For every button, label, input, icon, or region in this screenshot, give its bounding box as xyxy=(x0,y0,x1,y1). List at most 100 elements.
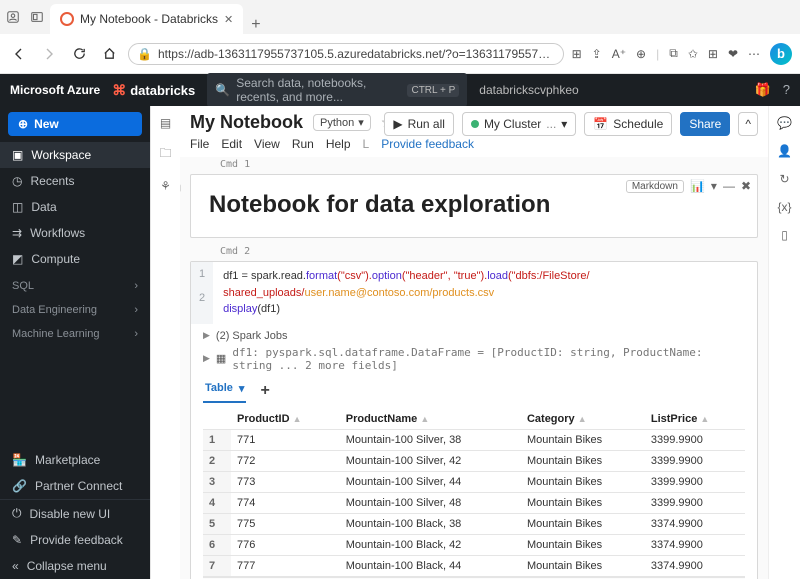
run-all-button[interactable]: ▶Run all xyxy=(384,112,454,136)
minimize-cell-icon[interactable]: — xyxy=(723,179,735,193)
global-search[interactable]: 🔍 Search data, notebooks, recents, and m… xyxy=(207,73,467,107)
sidebar-item-workspace[interactable]: ▣Workspace xyxy=(0,142,150,168)
new-tab-button[interactable]: + xyxy=(243,16,268,34)
read-aloud-icon[interactable]: A⁺ xyxy=(612,47,626,61)
address-bar[interactable]: 🔒 https://adb-1363117955737105.5.azureda… xyxy=(128,43,564,65)
last-edit: L xyxy=(363,137,370,151)
notebook-gutter: ▤ 🗀 ⚘ xyxy=(150,106,180,579)
menu-run[interactable]: Run xyxy=(292,137,314,151)
sidebar-item-recents[interactable]: ◷Recents xyxy=(0,168,150,194)
extensions-icon[interactable]: ❤ xyxy=(728,47,738,61)
folder-icon[interactable]: 🗀 xyxy=(159,144,171,165)
clock-icon: ◷ xyxy=(12,174,22,188)
sidebar-item-collapse[interactable]: «Collapse menu xyxy=(0,553,150,579)
search-placeholder: Search data, notebooks, recents, and mor… xyxy=(236,76,401,104)
cluster-selector[interactable]: My Cluster...▾ xyxy=(462,112,576,136)
sidebar-section-sql[interactable]: SQL› xyxy=(0,272,150,296)
azure-brand: Microsoft Azure xyxy=(10,83,100,97)
gift-icon[interactable]: 🎁 xyxy=(755,82,771,98)
favorites-icon[interactable]: ✩ xyxy=(688,47,698,61)
browser-titlebar: My Notebook - Databricks ✕ + xyxy=(0,0,800,34)
sidebar-item-disable-ui[interactable]: ⏻Disable new UI xyxy=(0,500,150,527)
close-cell-icon[interactable]: ✖ xyxy=(741,179,751,193)
bing-chat-icon[interactable]: b xyxy=(770,43,792,65)
browser-tab[interactable]: My Notebook - Databricks ✕ xyxy=(50,4,243,34)
assistant-icon[interactable]: 👤 xyxy=(777,144,792,158)
table-row[interactable]: 5775Mountain-100 Black, 38Mountain Bikes… xyxy=(203,513,745,534)
chevron-right-icon: › xyxy=(134,304,138,316)
sidebar: ⊕New ▣Workspace ◷Recents ◫Data ⇉Workflow… xyxy=(0,106,150,579)
lock-icon: 🔒 xyxy=(137,47,152,61)
col-listprice[interactable]: ListPrice ▲ xyxy=(645,409,745,430)
schema-toggle[interactable]: ▶▦df1: pyspark.sql.dataframe.DataFrame =… xyxy=(203,344,745,374)
table-icon: ▦ xyxy=(216,352,226,365)
bar-icon[interactable]: ▯ xyxy=(781,228,788,242)
cmd1-label: Cmd 1 xyxy=(190,157,758,174)
schedule-button[interactable]: 📅Schedule xyxy=(584,112,672,136)
add-viz-button[interactable]: + xyxy=(260,382,269,400)
schema-tree-icon[interactable]: ⚘ xyxy=(160,179,171,193)
profile-icon[interactable] xyxy=(6,10,20,24)
home-button[interactable] xyxy=(98,43,120,65)
notebook-title[interactable]: My Notebook xyxy=(190,112,303,133)
share-button[interactable]: Share xyxy=(680,112,730,136)
code-editor[interactable]: 1 2 df1 = spark.read.format("csv").optio… xyxy=(191,262,757,324)
col-productid[interactable]: ProductID ▲ xyxy=(231,409,340,430)
chart-icon[interactable]: 📊 xyxy=(690,179,705,193)
data-icon: ◫ xyxy=(12,200,23,214)
sidebar-item-partner[interactable]: 🔗Partner Connect xyxy=(0,473,150,499)
sidebar-item-workflows[interactable]: ⇉Workflows xyxy=(0,220,150,246)
table-row[interactable]: 6776Mountain-100 Black, 42Mountain Bikes… xyxy=(203,534,745,555)
table-row[interactable]: 1771Mountain-100 Silver, 38Mountain Bike… xyxy=(203,429,745,450)
sidebar-section-de[interactable]: Data Engineering› xyxy=(0,296,150,320)
sidebar-item-data[interactable]: ◫Data xyxy=(0,194,150,220)
sidebar-item-feedback[interactable]: ✎Provide feedback xyxy=(0,527,150,553)
sidebar-section-ml[interactable]: Machine Learning› xyxy=(0,320,150,344)
table-row[interactable]: 3773Mountain-100 Silver, 44Mountain Bike… xyxy=(203,471,745,492)
cell-run-handle[interactable]: ▢ xyxy=(180,181,181,194)
col-category[interactable]: Category ▲ xyxy=(521,409,645,430)
help-icon[interactable]: ? xyxy=(783,82,790,98)
cell-code[interactable]: 1 2 df1 = spark.read.format("csv").optio… xyxy=(190,261,758,579)
history-icon[interactable]: ↻ xyxy=(779,172,789,186)
store-icon: 🏪 xyxy=(12,453,27,467)
col-productname[interactable]: ProductName ▲ xyxy=(340,409,521,430)
collections-icon[interactable]: ⊞ xyxy=(708,47,718,61)
shopping-icon[interactable]: ⊞ xyxy=(572,47,582,61)
notebook-more-button[interactable]: ^ xyxy=(738,112,758,136)
table-row[interactable]: 4774Mountain-100 Silver, 48Mountain Bike… xyxy=(203,492,745,513)
table-row[interactable]: 2772Mountain-100 Silver, 42Mountain Bike… xyxy=(203,450,745,471)
ebook-icon[interactable]: ⧉ xyxy=(669,46,678,61)
comments-icon[interactable]: 💬 xyxy=(777,116,792,130)
language-selector[interactable]: Python▾ xyxy=(313,114,371,131)
table-tab[interactable]: Table▾ xyxy=(203,380,246,403)
close-tab-icon[interactable]: ✕ xyxy=(224,13,233,26)
sidebar-item-marketplace[interactable]: 🏪Marketplace xyxy=(0,447,150,473)
provide-feedback-link[interactable]: Provide feedback xyxy=(381,137,474,151)
menu-file[interactable]: File xyxy=(190,137,209,151)
menu-help[interactable]: Help xyxy=(326,137,351,151)
menu-edit[interactable]: Edit xyxy=(221,137,242,151)
chevron-down-icon[interactable]: ▾ xyxy=(711,179,717,193)
spark-jobs-toggle[interactable]: ▶(2) Spark Jobs xyxy=(203,328,745,344)
chevron-down-icon: ▾ xyxy=(561,117,567,131)
cell-markdown[interactable]: ▢ Markdown 📊 ▾ — ✖ Notebook for data exp… xyxy=(190,174,758,238)
feedback-icon: ✎ xyxy=(12,533,22,547)
databricks-logo[interactable]: ⌘databricks xyxy=(112,82,195,99)
more-icon[interactable]: ⋯ xyxy=(748,47,760,61)
share-icon[interactable]: ⇪ xyxy=(592,47,602,61)
workflow-icon: ⇉ xyxy=(12,226,22,240)
back-button[interactable] xyxy=(8,43,30,65)
variables-icon[interactable]: {x} xyxy=(777,200,791,214)
forward-button[interactable] xyxy=(38,43,60,65)
zoom-icon[interactable]: ⊕ xyxy=(636,47,646,61)
toc-icon[interactable]: ▤ xyxy=(160,116,171,130)
tabstrip-icon[interactable] xyxy=(30,10,44,24)
table-row[interactable]: 7777Mountain-100 Black, 44Mountain Bikes… xyxy=(203,555,745,576)
workspace-name[interactable]: databrickscvphkeo xyxy=(479,83,578,97)
new-button[interactable]: ⊕New xyxy=(8,112,142,136)
sidebar-item-compute[interactable]: ◩Compute xyxy=(0,246,150,272)
chevron-right-icon: › xyxy=(134,328,138,340)
refresh-button[interactable] xyxy=(68,43,90,65)
menu-view[interactable]: View xyxy=(254,137,280,151)
